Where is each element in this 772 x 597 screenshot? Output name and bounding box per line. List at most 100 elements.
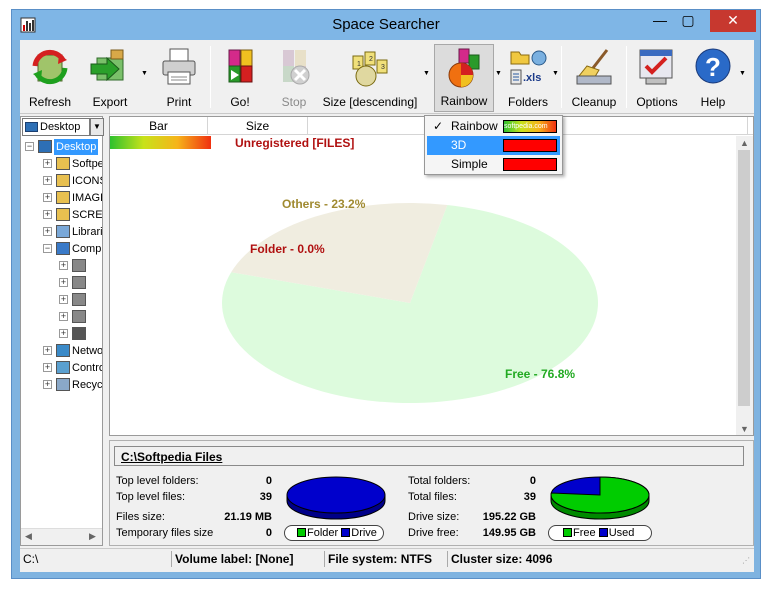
expand-icon[interactable]: + [59,312,68,321]
title-bar[interactable]: Space Searcher — ▢ ✕ [12,10,760,40]
folders-button[interactable]: .xls Folders [504,44,552,112]
menu-item-label: Rainbow [451,119,498,133]
export-dropdown-arrow-icon[interactable]: ▼ [141,70,148,77]
tree-item[interactable]: + Libraries [21,224,102,240]
stat-value: 0 [265,475,272,487]
rainbow-dropdown-arrow-icon[interactable]: ▼ [495,70,502,77]
folder-icon [56,225,70,238]
cleanup-button[interactable]: Cleanup [564,44,624,112]
chart-vertical-scrollbar[interactable]: ▲ ▼ [736,136,753,435]
tree-item[interactable]: + Softpedia [21,156,102,172]
menu-item-3d[interactable]: 3D [427,136,560,155]
status-path: C:\ [23,552,39,566]
tree-item-label: Softpedia [72,158,102,170]
print-button[interactable]: Print [152,44,206,112]
expand-icon[interactable]: + [43,227,52,236]
expand-icon[interactable]: + [59,329,68,338]
chevron-down-icon[interactable]: ▼ [90,118,104,136]
drive-icon [72,293,86,306]
pie-chart[interactable]: Free - 76.8% Others - 23.2% Folder - 0.0% [110,153,738,435]
maximize-button[interactable]: ▢ [674,10,702,32]
help-dropdown-arrow-icon[interactable]: ▼ [739,70,746,77]
close-button[interactable]: ✕ [710,10,756,32]
folder-swatch [297,528,306,537]
expand-icon[interactable]: + [43,176,52,185]
menu-item-simple[interactable]: Simple [427,155,560,174]
column-header-size[interactable]: Size [208,117,308,135]
expand-icon[interactable]: + [43,346,52,355]
help-icon: ? [695,48,731,84]
desktop-icon [25,122,38,132]
tree-item[interactable]: + [21,309,102,325]
scroll-up-icon[interactable]: ▲ [740,138,749,148]
resize-grip-icon[interactable]: ⋰ [742,556,752,566]
collapse-icon[interactable]: − [43,244,52,253]
rainbow-label: Rainbow [440,94,488,108]
drive-icon [72,310,86,323]
tree-item[interactable]: + Control Panel [21,360,102,376]
go-button[interactable]: Go! [214,44,266,112]
size-descending-button[interactable]: 1 2 3 Size [descending] [322,44,418,112]
tree-item[interactable]: + SCREENSHOTS [21,207,102,223]
tree-item[interactable]: + Network [21,343,102,359]
minimize-button[interactable]: — [646,10,674,32]
tree-item[interactable]: + [21,292,102,308]
current-path[interactable]: C:\Softpedia Files [121,450,222,464]
expand-icon[interactable]: + [43,380,52,389]
scroll-down-icon[interactable]: ▼ [740,424,749,434]
stat-value: 39 [259,491,272,503]
expand-icon[interactable]: + [59,295,68,304]
toolbar-separator [210,46,211,108]
tree-item[interactable]: + [21,258,102,274]
expand-icon[interactable]: + [43,210,52,219]
mini-pie-base [286,476,386,514]
tree-item[interactable]: − Computer [21,241,102,257]
path-box: C:\Softpedia Files [114,446,744,466]
stat-value: 149.95 GB [482,527,536,539]
legend-free: Free [573,527,596,539]
folder-tree[interactable]: −Desktop+Softpedia+ICONS+IMAGES+SCREENSH… [21,139,102,524]
expand-icon[interactable]: + [43,363,52,372]
column-header-bar[interactable]: Bar [110,117,208,135]
status-bar: C:\ Volume label: [None] File system: NT… [20,548,754,568]
folders-dropdown-arrow-icon[interactable]: ▼ [552,70,559,77]
export-button[interactable]: Export [80,44,140,112]
menu-item-rainbow[interactable]: ✓ Rainbow softpedia.com [427,117,560,136]
tree-item[interactable]: + IMAGES [21,190,102,206]
scroll-thumb[interactable] [738,150,750,406]
help-button[interactable]: ? Help [688,44,738,112]
tree-item[interactable]: − Desktop [21,139,102,155]
location-combo[interactable]: Desktop [22,118,90,136]
scroll-right-icon[interactable]: ▶ [89,531,96,542]
tree-item[interactable]: + [21,326,102,342]
tree-horizontal-scrollbar[interactable]: ◀ ▶ [21,528,102,545]
sort-size-icon: 1 2 3 [352,51,388,87]
tree-item-label: SCREENSHOTS [72,209,102,221]
checkmark-icon: ✓ [433,119,444,133]
expand-icon[interactable]: + [59,261,68,270]
folder-icon [56,344,70,357]
drive-icon [72,259,86,272]
stat-label: Drive free: [408,527,459,539]
refresh-button[interactable]: Refresh [24,44,76,112]
tree-item[interactable]: + ICONS [21,173,102,189]
stat-label: Top level folders: [116,475,199,487]
options-button[interactable]: Options [630,44,684,112]
tree-item[interactable]: + [21,275,102,291]
collapse-icon[interactable]: − [25,142,34,151]
sort-dropdown-arrow-icon[interactable]: ▼ [423,70,430,77]
scroll-left-icon[interactable]: ◀ [25,531,32,542]
stop-button[interactable]: Stop [268,44,320,112]
stat-value: 39 [523,491,536,503]
app-window: Space Searcher — ▢ ✕ Refresh Export ▼ Pr… [11,9,761,579]
expand-icon[interactable]: + [43,159,52,168]
status-cluster-size: Cluster size: 4096 [447,551,747,567]
expand-icon[interactable]: + [43,193,52,202]
expand-icon[interactable]: + [59,278,68,287]
tree-item[interactable]: + Recycle Bin [21,377,102,393]
rainbow-swatch: softpedia.com [503,120,557,133]
rainbow-button[interactable]: Rainbow [434,44,494,112]
stat-value: 0 [265,527,272,539]
svg-text:?: ? [705,52,721,82]
stat-value: 21.19 MB [224,511,272,523]
